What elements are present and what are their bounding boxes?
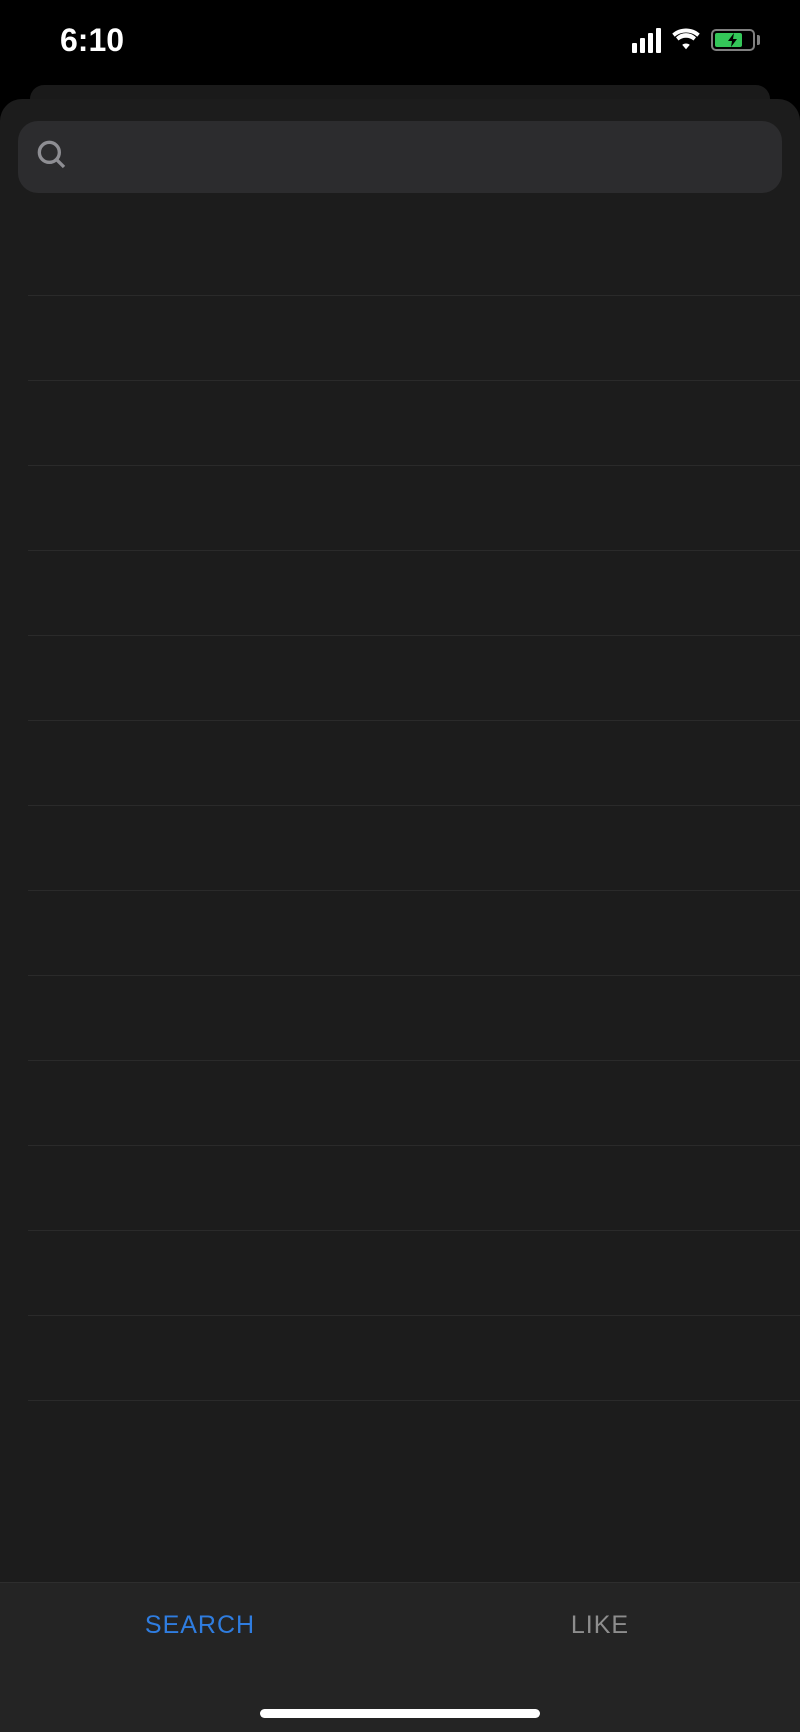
search-icon	[36, 139, 68, 176]
tab-like-label: LIKE	[571, 1611, 629, 1640]
results-list	[0, 211, 800, 1582]
search-container	[0, 99, 800, 211]
status-icons	[632, 26, 760, 55]
list-item[interactable]	[28, 1146, 800, 1231]
search-input[interactable]	[18, 121, 782, 193]
sheet-stack-background	[30, 85, 770, 99]
list-item[interactable]	[28, 636, 800, 721]
list-item[interactable]	[28, 466, 800, 551]
main-sheet: SEARCH LIKE	[0, 99, 800, 1732]
tab-search-label: SEARCH	[145, 1611, 255, 1640]
list-item[interactable]	[28, 211, 800, 296]
list-item[interactable]	[28, 891, 800, 976]
list-item[interactable]	[28, 1316, 800, 1401]
list-item[interactable]	[28, 551, 800, 636]
list-item[interactable]	[28, 1231, 800, 1316]
cellular-signal-icon	[632, 28, 661, 53]
home-indicator[interactable]	[260, 1709, 540, 1718]
list-item[interactable]	[28, 806, 800, 891]
wifi-icon	[671, 26, 701, 55]
list-item[interactable]	[28, 976, 800, 1061]
list-item[interactable]	[28, 381, 800, 466]
list-item[interactable]	[28, 1061, 800, 1146]
battery-icon	[711, 29, 760, 51]
list-item[interactable]	[28, 296, 800, 381]
list-item[interactable]	[28, 721, 800, 806]
status-bar: 6:10	[0, 0, 800, 80]
status-time: 6:10	[60, 22, 124, 59]
